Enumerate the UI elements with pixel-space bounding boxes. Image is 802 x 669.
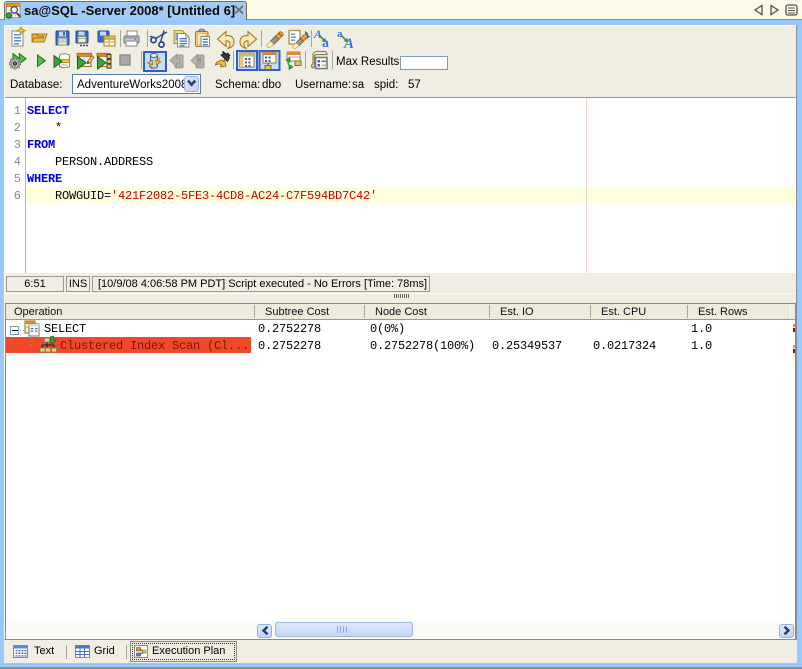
- svg-text:A: A: [313, 27, 322, 41]
- svg-text:a: a: [322, 36, 329, 51]
- svg-text:A: A: [343, 36, 354, 52]
- svg-text:a: a: [337, 28, 343, 40]
